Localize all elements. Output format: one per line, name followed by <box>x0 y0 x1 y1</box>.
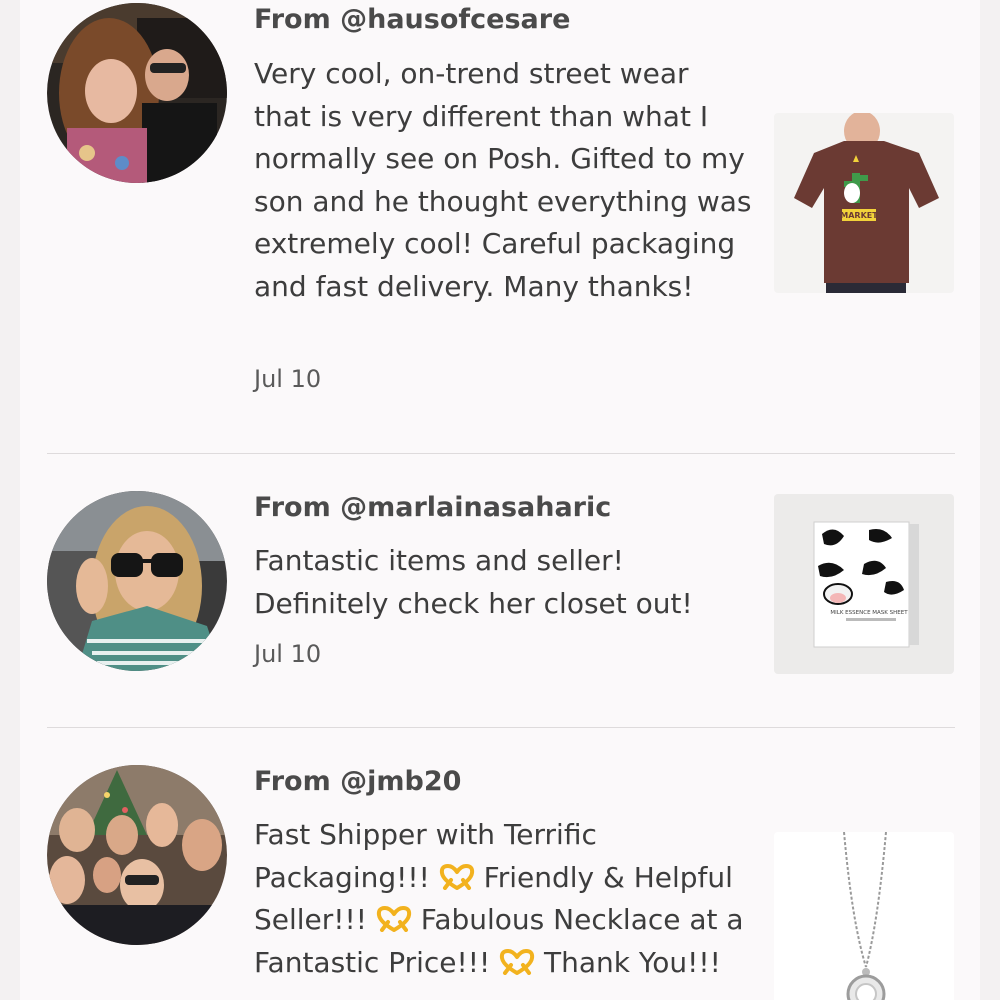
review-date: Jul 10 <box>254 365 322 393</box>
box-label-text: MILK ESSENCE MASK SHEET <box>830 610 908 616</box>
avatar[interactable] <box>47 3 227 183</box>
review-text-part: Thank You!!! <box>544 945 721 979</box>
heart-hands-emoji <box>376 906 412 932</box>
tshirt-print-text: MARKET <box>840 211 878 220</box>
product-thumbnail[interactable]: MILK ESSENCE MASK SHEET <box>774 494 954 674</box>
review-text: Fast Shipper with Terrific Packaging!!! … <box>254 814 744 984</box>
avatar[interactable] <box>47 491 227 671</box>
avatar-photo-couple <box>47 3 227 183</box>
product-thumbnail[interactable] <box>774 832 954 1000</box>
avatar-photo-family <box>47 765 227 945</box>
brown-tshirt-photo: MARKET <box>774 113 954 293</box>
pendant-necklace-photo <box>774 832 954 1000</box>
review-text: Very cool, on-trend street wear that is … <box>254 57 752 303</box>
review-date: Jul 10 <box>254 640 322 668</box>
divider <box>47 453 955 454</box>
product-thumbnail[interactable]: MARKET <box>774 113 954 293</box>
avatar[interactable] <box>47 765 227 945</box>
review-text: Fantastic items and seller! Definitely c… <box>254 544 693 620</box>
reviewer-handle[interactable]: From @hausofcesare <box>254 4 570 35</box>
reviewer-handle[interactable]: From @jmb20 <box>254 766 461 797</box>
reviewer-handle[interactable]: From @marlainasaharic <box>254 492 611 523</box>
reviews-list: From @hausofcesare Very cool, on-trend s… <box>20 0 980 1000</box>
divider <box>47 727 955 728</box>
avatar-photo-woman-sunglasses <box>47 491 227 671</box>
heart-hands-emoji <box>499 948 535 975</box>
cow-print-mask-box-photo: MILK ESSENCE MASK SHEET <box>774 494 954 674</box>
heart-hands-emoji <box>439 863 474 890</box>
